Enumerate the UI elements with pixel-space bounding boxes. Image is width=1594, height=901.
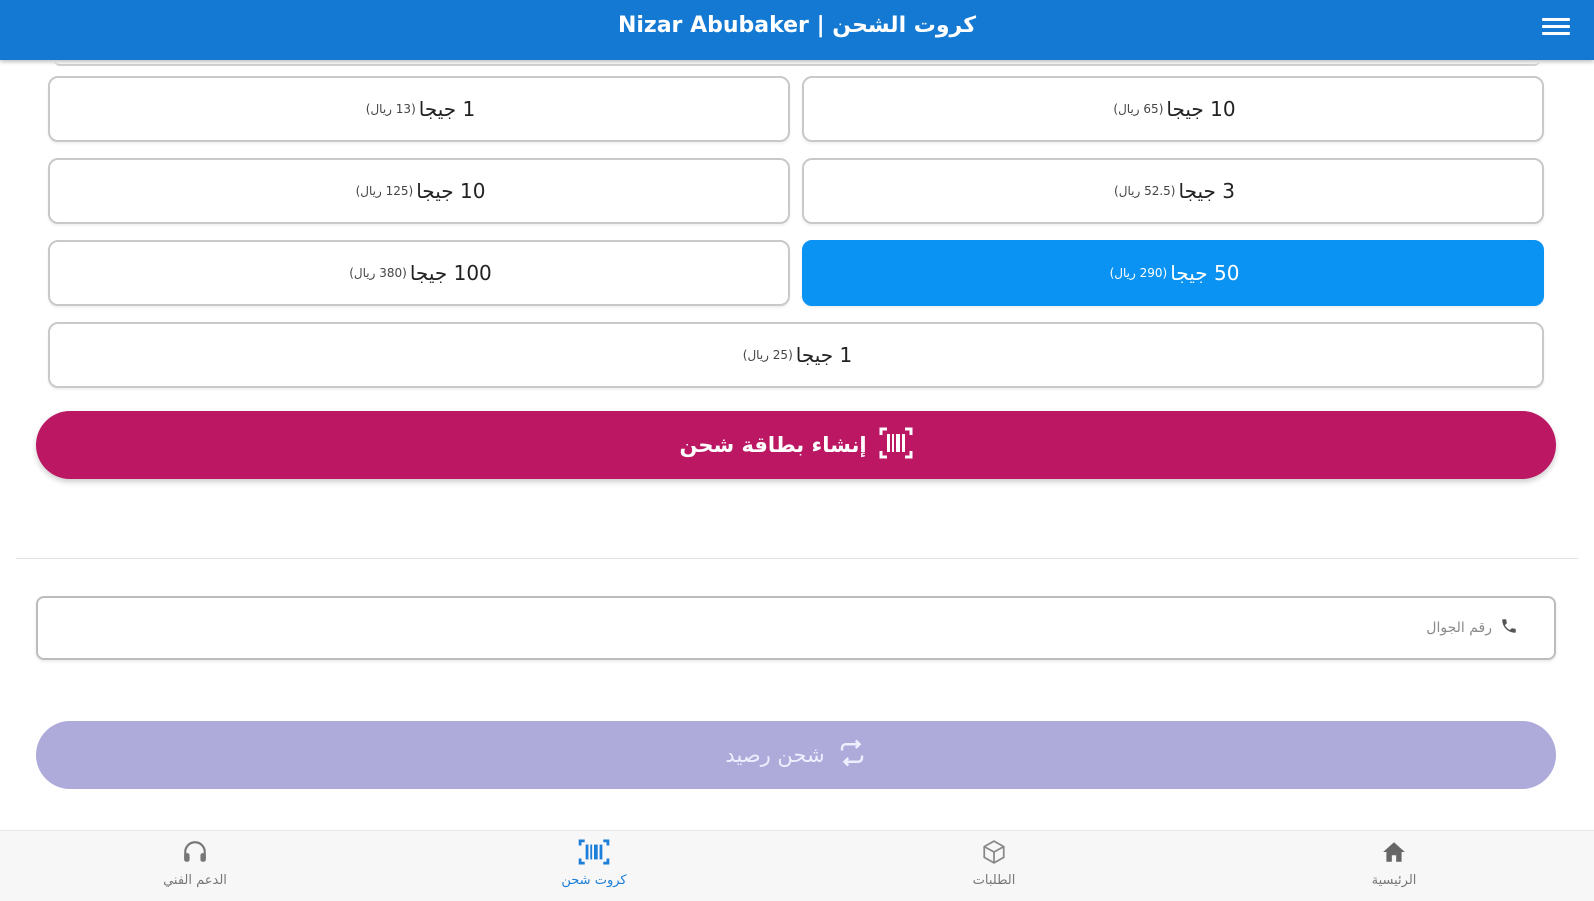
nav-item-recharge-cards[interactable]: كروت شحن <box>534 839 654 888</box>
create-card-button[interactable]: إنشاء بطاقة شحن <box>36 411 1556 479</box>
headphones-icon <box>182 839 208 869</box>
nav-label: الرئيسية <box>1371 873 1417 888</box>
package-option[interactable]: 100 جيجا (380 ريال) <box>48 240 790 306</box>
nav-label: كروت شحن <box>561 873 627 888</box>
phone-icon <box>1500 617 1518 639</box>
phone-number-field[interactable]: رقم الجوال <box>36 596 1556 660</box>
package-price: (380 ريال) <box>349 266 407 280</box>
package-option[interactable]: 3 جيجا (52.5 ريال) <box>802 158 1544 224</box>
package-price: (52.5 ريال) <box>1114 184 1176 198</box>
barcode-icon <box>879 427 913 464</box>
package-price: (290 ريال) <box>1109 266 1168 280</box>
package-price: (25 ريال) <box>742 348 793 362</box>
package-label: 1 جيجا <box>795 343 853 367</box>
package-option-selected[interactable]: 50 جيجا (290 ريال) <box>802 240 1544 306</box>
package-option[interactable]: 10 جيجا (125 ريال) <box>48 158 790 224</box>
package-price: (13 ريال) <box>365 102 416 116</box>
package-label: 50 جيجا <box>1170 261 1240 285</box>
box-icon <box>981 839 1007 869</box>
nav-item-support[interactable]: الدعم الفني <box>135 839 255 888</box>
package-option[interactable]: 1 جيجا (25 ريال) <box>48 322 1544 388</box>
package-option[interactable]: 1 جيجا (13 ريال) <box>48 76 790 142</box>
topup-label: شحن رصيد <box>725 743 825 767</box>
package-price: (125 ريال) <box>355 184 414 198</box>
section-divider <box>16 558 1578 559</box>
scrolled-content-edge <box>54 60 1540 66</box>
barcode-icon <box>578 839 610 869</box>
page-title: Nizar Abubaker | كروت الشحن <box>617 13 977 38</box>
package-label: 1 جيجا <box>418 97 476 121</box>
app-bar: Nizar Abubaker | كروت الشحن <box>0 0 1594 60</box>
package-label: 10 جيجا <box>416 179 486 203</box>
create-card-label: إنشاء بطاقة شحن <box>679 433 867 457</box>
phone-placeholder: رقم الجوال <box>1426 620 1492 636</box>
repeat-icon <box>837 738 867 773</box>
hamburger-menu-icon[interactable] <box>1542 14 1570 38</box>
nav-label: الدعم الفني <box>163 873 227 888</box>
bottom-navigation: الدعم الفني كروت شحن الطلبات الرئيسية <box>0 830 1594 901</box>
package-label: 10 جيجا <box>1166 97 1236 121</box>
nav-item-orders[interactable]: الطلبات <box>934 839 1054 888</box>
package-label: 100 جيجا <box>409 261 492 285</box>
topup-button[interactable]: شحن رصيد <box>36 721 1556 789</box>
nav-label: الطلبات <box>972 873 1016 888</box>
package-price: (65 ريال) <box>1113 102 1164 116</box>
package-option[interactable]: 10 جيجا (65 ريال) <box>802 76 1544 142</box>
package-label: 3 جيجا <box>1178 179 1235 203</box>
home-icon <box>1381 839 1407 869</box>
nav-item-home[interactable]: الرئيسية <box>1334 839 1454 888</box>
